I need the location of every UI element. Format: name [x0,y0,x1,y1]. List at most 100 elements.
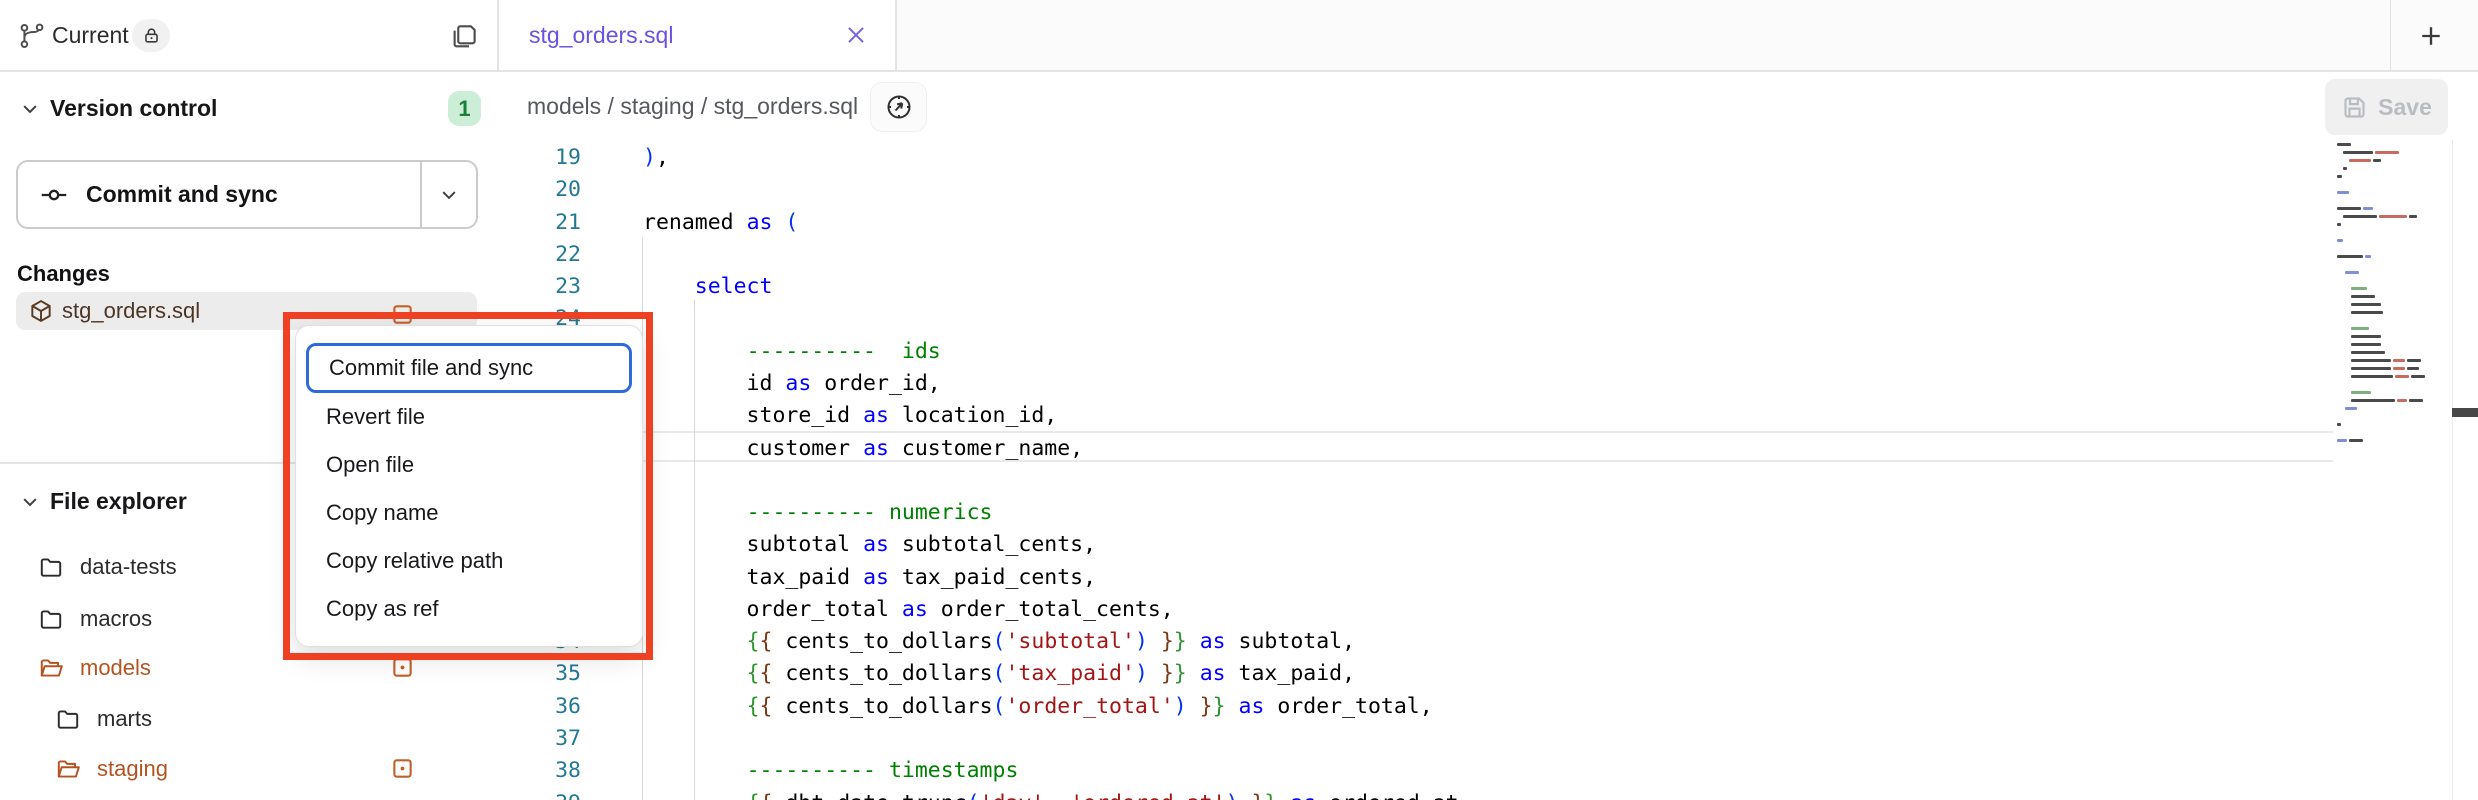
code-line-31[interactable]: 31 subtotal as subtotal_cents, [497,528,2397,561]
lineage-button[interactable] [870,82,927,132]
tree-item-label: data-tests [80,554,177,580]
code-line-26[interactable]: 26 id as order_id, [497,367,2397,400]
folder-open-icon [55,756,81,782]
tab-stg-orders[interactable]: stg_orders.sql [497,0,897,70]
sidebar-item-macros[interactable]: macros [38,594,152,644]
folder-icon [38,606,64,632]
lineage-compass-icon [884,92,914,122]
sidebar-item-marts[interactable]: marts [55,694,152,744]
code-line-19[interactable]: 19), [497,141,2397,174]
code-line-20[interactable]: 20 [497,173,2397,206]
code-text: ---------- ids [643,339,941,364]
model-cube-icon [28,298,54,324]
line-number: 39 [497,791,581,800]
sidebar-item-staging[interactable]: staging [55,744,168,794]
code-line-38[interactable]: 38 ---------- timestamps [497,754,2397,787]
divider [2390,0,2391,70]
breadcrumb-bar: models / staging / stg_orders.sql [497,72,2478,140]
code-text: ), [643,145,669,170]
folder-open-icon [38,655,64,681]
code-text: order_total as order_total_cents, [643,597,1174,622]
save-button[interactable]: Save [2325,79,2448,135]
changed-file-name: stg_orders.sql [62,298,200,324]
file-explorer-title: File explorer [50,488,187,515]
folder-modified-indicator-icon [391,757,414,780]
code-text: ---------- timestamps [643,758,1018,783]
code-line-34[interactable]: 34 {{ cents_to_dollars('subtotal') }} as… [497,625,2397,658]
context-menu-item-open-file[interactable]: Open file [296,441,642,489]
overview-ruler-marker [2452,408,2478,417]
commit-and-sync-button[interactable]: Commit and sync [16,160,478,229]
context-menu-item-commit-file-and-sync[interactable]: Commit file and sync [306,343,632,393]
breadcrumb: models / staging / stg_orders.sql [527,72,858,140]
sidebar-item-models[interactable]: models [38,643,151,693]
code-text: customer as customer_name, [643,436,1083,461]
divider [0,70,497,72]
save-floppy-icon [2341,94,2368,121]
code-text: {{ cents_to_dollars('order_total') }} as… [643,694,1433,719]
tab-bar: stg_orders.sql [497,0,2478,70]
code-line-33[interactable]: 33 order_total as order_total_cents, [497,593,2397,626]
context-menu-item-revert-file[interactable]: Revert file [296,393,642,441]
code-text: renamed as ( [643,210,798,235]
code-editor[interactable]: 19),2021renamed as (2223 select2425 ----… [497,140,2478,800]
context-menu-item-copy-relative-path[interactable]: Copy relative path [296,537,642,585]
sidebar-item-data-tests[interactable]: data-tests [38,542,177,592]
line-number: 23 [497,274,581,299]
code-text: subtotal as subtotal_cents, [643,532,1096,557]
tab-close-icon[interactable] [843,22,869,48]
version-control-collapse-chevron-icon[interactable] [20,99,40,119]
save-button-label: Save [2378,94,2432,121]
tree-item-label: macros [80,606,152,632]
file-modified-indicator-icon [391,303,414,326]
code-text: store_id as location_id, [643,403,1057,428]
git-branch-icon [18,22,46,50]
code-line-27[interactable]: 27 store_id as location_id, [497,399,2397,432]
code-line-36[interactable]: 36 {{ cents_to_dollars('order_total') }}… [497,690,2397,723]
code-line-29[interactable]: 29 [497,464,2397,497]
code-line-21[interactable]: 21 renamed as ( [497,206,2397,239]
code-line-23[interactable]: 23 select [497,270,2397,303]
code-text: select [643,274,772,299]
line-number: 22 [497,242,581,267]
code-text: {{ cents_to_dollars('tax_paid') }} as ta… [643,661,1355,686]
ide-window: Current Version control 1 [0,0,2478,800]
code-line-30[interactable]: 30 ---------- numerics [497,496,2397,529]
line-number: 38 [497,758,581,783]
line-number: 20 [497,177,581,202]
folder-modified-indicator-icon [391,656,414,679]
new-tab-plus-icon[interactable] [2417,22,2445,50]
context-menu-item-copy-name[interactable]: Copy name [296,489,642,537]
code-text: {{ dbt.date_trunc('day', 'ordered_at') }… [643,791,1459,800]
code-line-35[interactable]: 35 {{ cents_to_dollars('tax_paid') }} as… [497,657,2397,690]
file-explorer-collapse-chevron-icon[interactable] [20,492,40,512]
commit-options-dropdown[interactable] [420,162,476,227]
code-line-22[interactable]: 22 [497,238,2397,271]
tree-item-label: marts [97,706,152,732]
context-menu-item-copy-as-ref[interactable]: Copy as ref [296,585,642,633]
tree-item-label: staging [97,756,168,782]
code-line-32[interactable]: 32 tax_paid as tax_paid_cents, [497,561,2397,594]
line-number: 36 [497,694,581,719]
branch-name: Current [52,0,129,70]
code-text: {{ cents_to_dollars('subtotal') }} as su… [643,629,1355,654]
code-text: id as order_id, [643,371,941,396]
context-menu: Commit file and syncRevert fileOpen file… [295,325,643,647]
code-line-39[interactable]: 39 {{ dbt.date_trunc('day', 'ordered_at'… [497,787,2397,800]
code-line-25[interactable]: 25 ---------- ids [497,335,2397,368]
branch-readonly-pill [132,19,170,52]
line-number: 21 [497,210,581,235]
line-number: 35 [497,661,581,686]
commit-button-label: Commit and sync [86,181,278,208]
code-line-28[interactable]: 28 customer as customer_name, [497,432,2397,465]
branch-bar: Current [0,0,497,70]
folder-icon [55,706,81,732]
commit-icon [40,181,68,209]
code-text: ---------- numerics [643,500,993,525]
line-number: 37 [497,726,581,751]
copy-branch-icon[interactable] [449,20,479,50]
minimap[interactable] [2337,143,2452,463]
tab-title: stg_orders.sql [529,0,673,70]
code-line-24[interactable]: 24 [497,302,2397,335]
code-line-37[interactable]: 37 [497,722,2397,755]
